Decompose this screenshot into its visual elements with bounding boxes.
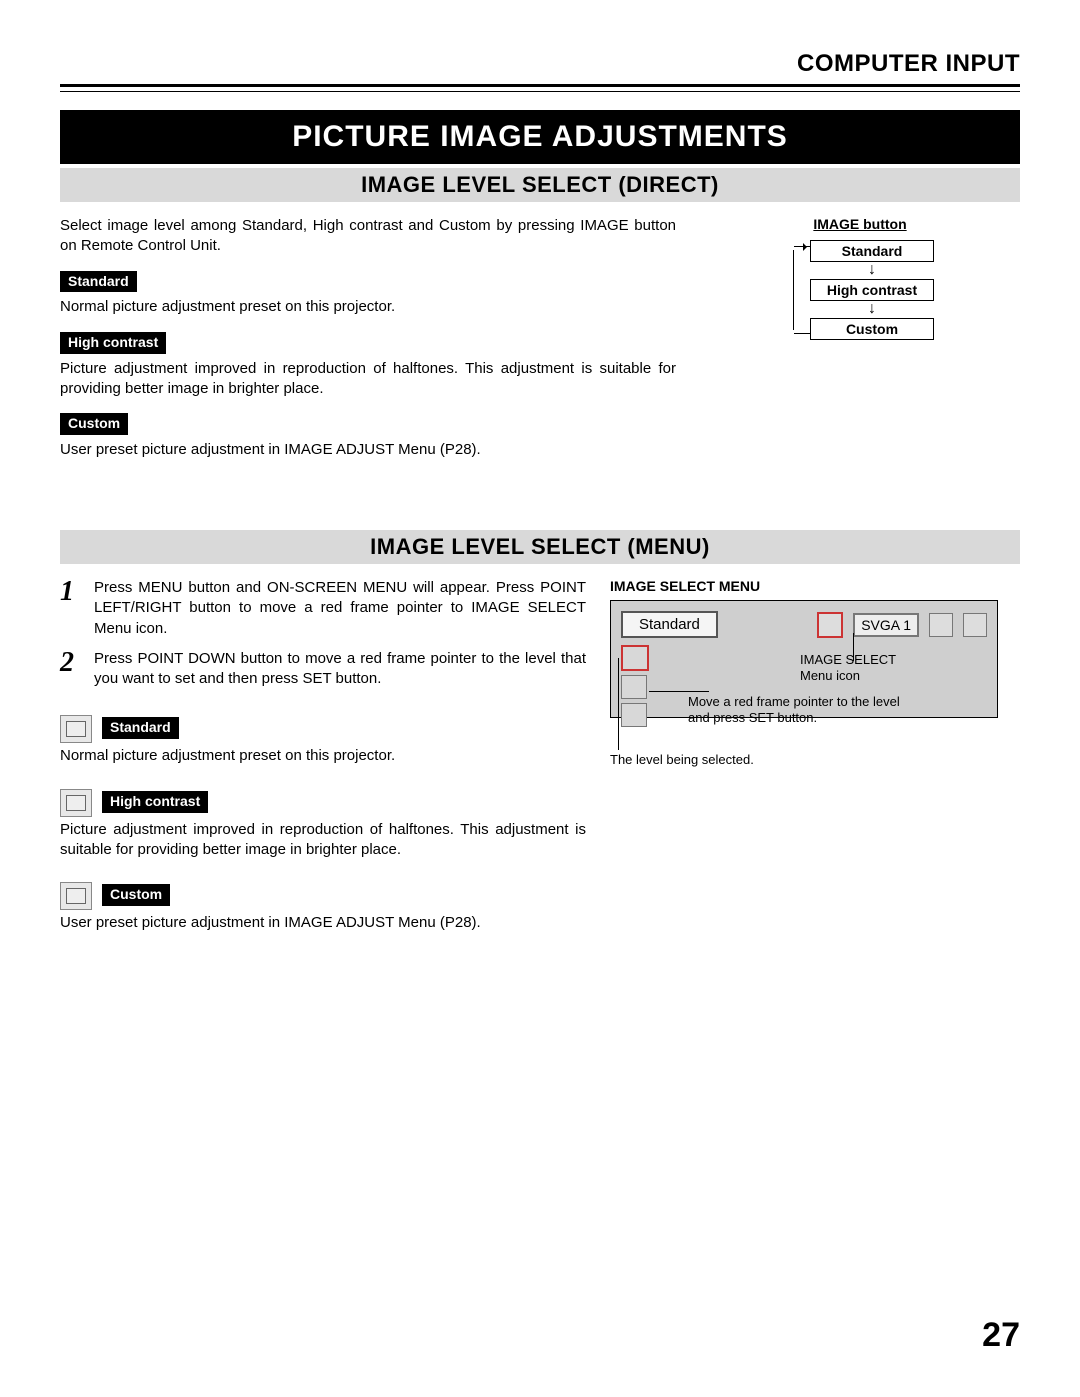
rule-thick bbox=[60, 84, 1020, 87]
menu-custom-tag: Custom bbox=[102, 884, 170, 906]
shot-level-icons bbox=[621, 645, 649, 727]
menu-icon bbox=[929, 613, 953, 637]
page-number: 27 bbox=[982, 1316, 1020, 1355]
step-1-number: 1 bbox=[60, 578, 84, 643]
step-1-text: Press MENU button and ON-SCREEN MENU wil… bbox=[94, 578, 586, 639]
shot-topbar: Standard SVGA 1 bbox=[621, 611, 987, 638]
image-button-flow: IMAGE button Standard ↓ High contrast ↓ … bbox=[765, 216, 955, 340]
subsection-direct-heading: IMAGE LEVEL SELECT (DIRECT) bbox=[60, 168, 1020, 202]
callout-selected-level: The level being selected. bbox=[610, 752, 754, 768]
callout-line bbox=[618, 658, 619, 750]
standard-desc: Normal picture adjustment preset on this… bbox=[60, 297, 676, 317]
menu-standard-tag: Standard bbox=[102, 717, 179, 739]
page-title-bar: PICTURE IMAGE ADJUSTMENTS bbox=[60, 110, 1020, 164]
highcontrast-desc: Picture adjustment improved in reproduct… bbox=[60, 359, 676, 400]
standard-tag: Standard bbox=[60, 271, 137, 293]
flow-custom: Custom bbox=[810, 318, 934, 340]
highcontrast-icon bbox=[60, 789, 92, 817]
shot-mode: SVGA 1 bbox=[853, 613, 919, 637]
highcontrast-tag: High contrast bbox=[60, 332, 166, 354]
step-1: 1 Press MENU button and ON-SCREEN MENU w… bbox=[60, 578, 586, 643]
flow-title: IMAGE button bbox=[813, 216, 906, 232]
menu-level-high-contrast: High contrast bbox=[60, 789, 586, 817]
direct-intro: Select image level among Standard, High … bbox=[60, 216, 676, 257]
menu-highcontrast-desc: Picture adjustment improved in reproduct… bbox=[60, 820, 586, 861]
callout-line bbox=[649, 691, 709, 692]
step-2: 2 Press POINT DOWN button to move a red … bbox=[60, 649, 586, 694]
flow-loop-arrow bbox=[786, 240, 802, 340]
custom-icon bbox=[60, 882, 92, 910]
direct-columns: Select image level among Standard, High … bbox=[60, 216, 1020, 460]
standard-icon bbox=[60, 715, 92, 743]
arrow-down-icon: ↓ bbox=[868, 264, 876, 277]
menu-highcontrast-tag: High contrast bbox=[102, 791, 208, 813]
manual-page: COMPUTER INPUT PICTURE IMAGE ADJUSTMENTS… bbox=[0, 0, 1080, 1397]
callout-menu-icon: IMAGE SELECT Menu icon bbox=[800, 652, 920, 683]
custom-desc: User preset picture adjustment in IMAGE … bbox=[60, 440, 676, 460]
shot-title: IMAGE SELECT MENU bbox=[610, 578, 1020, 594]
level-icon-custom bbox=[621, 703, 647, 727]
custom-tag: Custom bbox=[60, 413, 128, 435]
level-icon-highcontrast bbox=[621, 675, 647, 699]
subsection-menu-heading: IMAGE LEVEL SELECT (MENU) bbox=[60, 530, 1020, 564]
menu-level-standard: Standard bbox=[60, 715, 586, 743]
menu-custom-desc: User preset picture adjustment in IMAGE … bbox=[60, 913, 586, 933]
flow-high-contrast: High contrast bbox=[810, 279, 934, 301]
arrow-down-icon: ↓ bbox=[868, 303, 876, 316]
menu-right-col: IMAGE SELECT MENU Standard SVGA 1 bbox=[610, 578, 1020, 933]
direct-left-col: Select image level among Standard, High … bbox=[60, 216, 676, 460]
level-icon-standard bbox=[621, 645, 649, 671]
shot-selected-label: Standard bbox=[621, 611, 718, 638]
level-custom: Custom User preset picture adjustment in… bbox=[60, 413, 676, 460]
flow-standard: Standard bbox=[810, 240, 934, 262]
menu-icon bbox=[963, 613, 987, 637]
rule-thin bbox=[60, 91, 1020, 92]
menu-level-custom: Custom bbox=[60, 882, 586, 910]
menu-standard-desc: Normal picture adjustment preset on this… bbox=[60, 746, 586, 766]
step-2-number: 2 bbox=[60, 649, 84, 694]
direct-right-col: IMAGE button Standard ↓ High contrast ↓ … bbox=[700, 216, 1020, 460]
level-standard: Standard Normal picture adjustment prese… bbox=[60, 271, 676, 318]
callout-pointer: Move a red frame pointer to the level an… bbox=[688, 694, 918, 725]
image-select-menu-icon bbox=[817, 612, 843, 638]
section-header: COMPUTER INPUT bbox=[60, 50, 1020, 78]
menu-left-col: 1 Press MENU button and ON-SCREEN MENU w… bbox=[60, 578, 586, 933]
step-2-text: Press POINT DOWN button to move a red fr… bbox=[94, 649, 586, 690]
menu-columns: 1 Press MENU button and ON-SCREEN MENU w… bbox=[60, 578, 1020, 933]
level-high-contrast: High contrast Picture adjustment improve… bbox=[60, 332, 676, 399]
